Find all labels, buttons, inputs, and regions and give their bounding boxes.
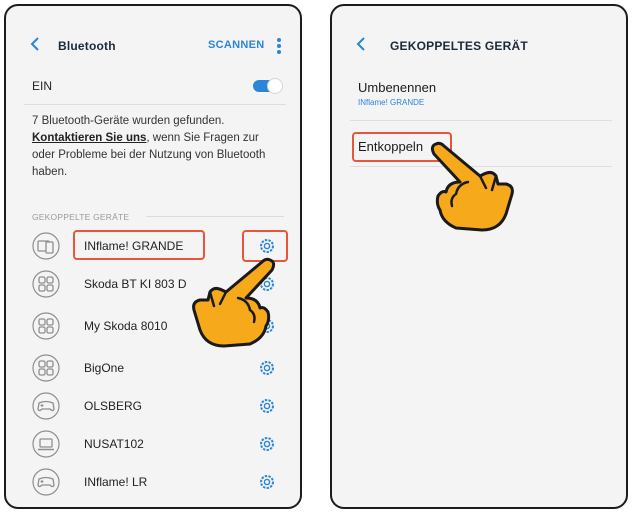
toggle-label: EIN	[32, 79, 53, 93]
grid-device-icon	[32, 270, 60, 298]
gear-icon[interactable]	[258, 397, 276, 415]
device-name: BigOne	[84, 361, 125, 375]
bluetooth-toggle[interactable]	[253, 78, 283, 94]
device-row[interactable]: NUSAT102	[6, 426, 300, 462]
bluetooth-settings-screen: Bluetooth SCANNEN EIN 7 Bluetooth-Geräte…	[4, 4, 302, 509]
laptop-icon	[32, 430, 60, 458]
section-divider	[146, 216, 284, 217]
device-name: NUSAT102	[84, 437, 144, 451]
device-row[interactable]: INflame! LR	[6, 464, 300, 500]
gear-icon[interactable]	[258, 473, 276, 491]
page-title: Bluetooth	[58, 39, 116, 53]
info-text: 7 Bluetooth-Geräte wurden gefunden. Kont…	[32, 113, 272, 181]
device-name: Skoda BT KI 803 D	[84, 277, 187, 291]
rename-label: Umbenennen	[358, 80, 437, 95]
device-name: My Skoda 8010	[84, 319, 168, 333]
chevron-left-icon[interactable]	[354, 34, 368, 54]
page-title: GEKOPPELTES GERÄT	[390, 39, 528, 53]
chevron-left-icon[interactable]	[28, 34, 42, 54]
divider	[24, 104, 286, 105]
gear-icon[interactable]	[258, 359, 276, 377]
info-text-start: 7 Bluetooth-Geräte wurden gefunden.	[32, 115, 225, 127]
grid-device-icon	[32, 312, 60, 340]
section-title: GEKOPPELTE GERÄTE	[32, 212, 130, 222]
divider	[350, 120, 612, 121]
gamepad-icon	[32, 468, 60, 496]
tablet-phone-icon	[32, 232, 60, 260]
contact-us-link[interactable]: Kontaktieren Sie uns	[32, 132, 146, 144]
scan-button[interactable]: SCANNEN	[208, 39, 265, 51]
device-name: INflame! LR	[84, 475, 148, 489]
pointing-hand-icon	[192, 257, 276, 348]
device-name: OLSBERG	[84, 399, 143, 413]
gear-icon[interactable]	[258, 435, 276, 453]
kebab-menu-icon[interactable]	[276, 38, 282, 54]
gamepad-icon	[32, 392, 60, 420]
bluetooth-toggle-row[interactable]: EIN	[6, 68, 300, 104]
pointing-hand-icon	[430, 141, 514, 232]
app-bar: GEKOPPELTES GERÄT	[332, 6, 626, 78]
grid-device-icon	[32, 354, 60, 382]
device-subtitle: INflame! GRANDE	[358, 98, 425, 107]
device-row[interactable]: BigOne	[6, 350, 300, 386]
device-row[interactable]: OLSBERG	[6, 388, 300, 424]
paired-device-screen: GEKOPPELTES GERÄT Umbenennen INflame! GR…	[330, 4, 628, 509]
